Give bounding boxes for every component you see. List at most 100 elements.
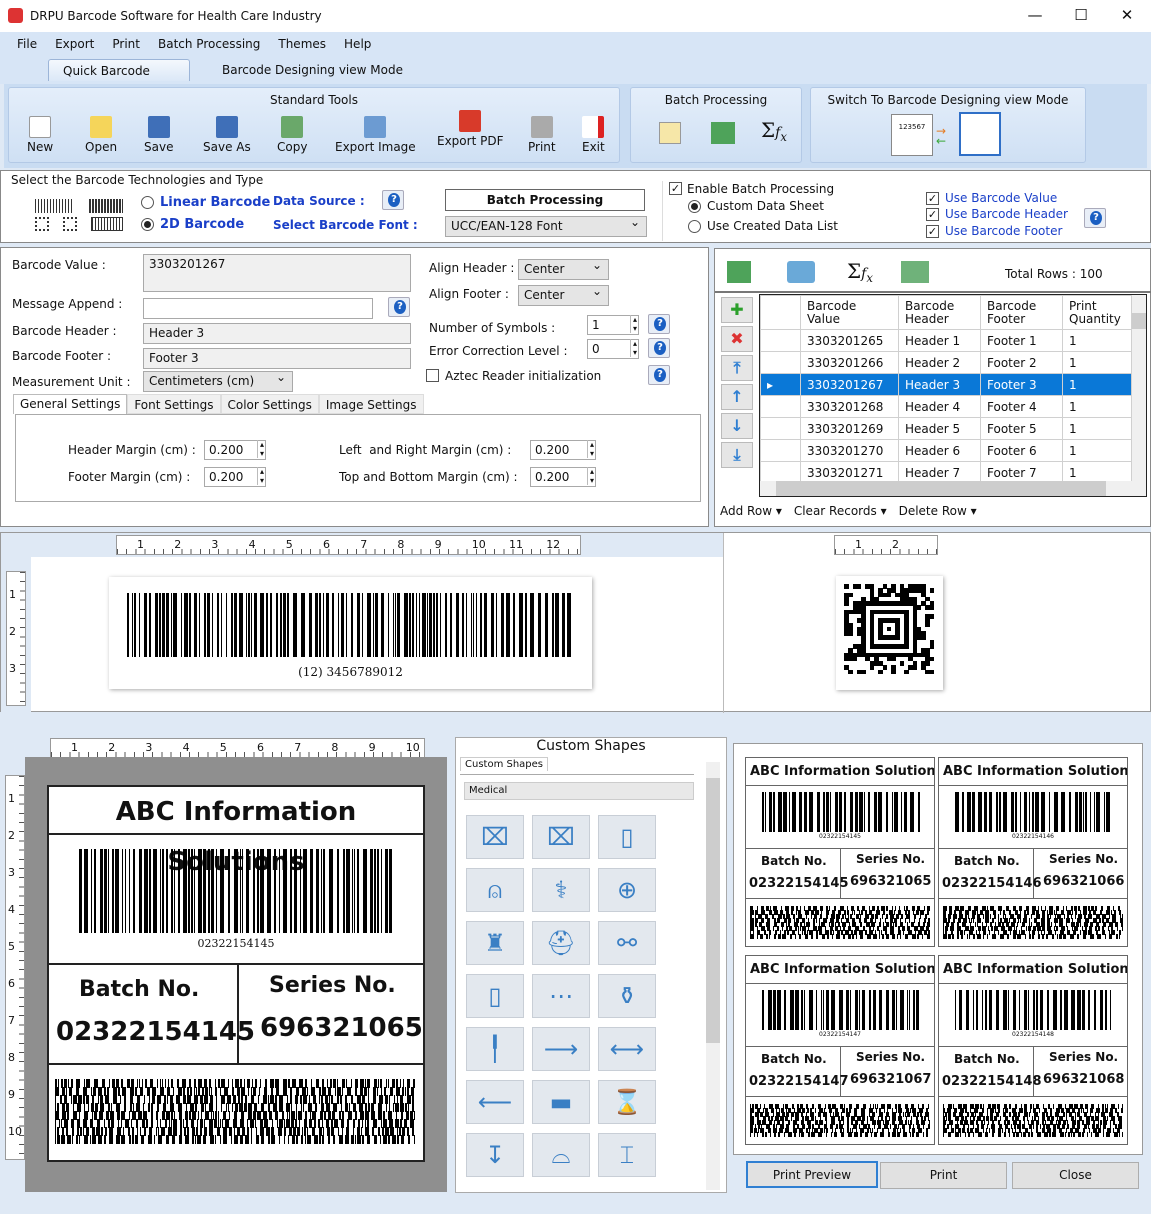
move-bottom-button[interactable]: ⤓: [721, 442, 753, 468]
import-excel-icon[interactable]: [727, 261, 751, 283]
error-correction-help-icon[interactable]: [648, 338, 670, 358]
menu-batch-processing[interactable]: Batch Processing: [158, 37, 260, 51]
header-margin-stepper[interactable]: 0.200: [204, 440, 266, 460]
footer-margin-stepper[interactable]: 0.200: [204, 467, 266, 487]
tab-general-settings[interactable]: General Settings: [13, 394, 127, 414]
created-data-list-radio[interactable]: [688, 220, 701, 233]
medical-shape-11-icon[interactable]: ⋯: [532, 974, 590, 1018]
horizontal-scrollbar[interactable]: [760, 481, 1147, 497]
switch-mode-button[interactable]: 123567 →←: [891, 112, 1003, 158]
align-header-select[interactable]: Center: [518, 259, 609, 280]
print-sheet-button[interactable]: Print: [880, 1162, 1007, 1189]
batch-label[interactable]: Batch No.: [79, 977, 199, 1002]
footer-cell[interactable]: Footer 3: [981, 374, 1063, 396]
maximize-button[interactable]: ☐: [1061, 6, 1101, 24]
tab-color-settings[interactable]: Color Settings: [221, 394, 319, 414]
linear-barcode-label[interactable]: Linear Barcode: [160, 195, 270, 210]
menu-print[interactable]: Print: [112, 37, 140, 51]
header-cell[interactable]: Header 6: [899, 440, 981, 462]
column-barcode-header[interactable]: Barcode Header: [899, 296, 981, 330]
row-selector[interactable]: [761, 396, 801, 418]
excel-refresh-icon[interactable]: [901, 261, 929, 283]
use-value-checkbox[interactable]: ✓: [926, 192, 939, 205]
symbols-help-icon[interactable]: [648, 314, 670, 334]
row-selector[interactable]: [761, 330, 801, 352]
save-button[interactable]: Save: [144, 116, 173, 154]
medical-shape-2-icon[interactable]: ⌧: [532, 815, 590, 859]
2d-barcode-radio[interactable]: [141, 218, 154, 231]
medical-shape-17-icon[interactable]: ▬: [532, 1080, 590, 1124]
medical-shape-19-icon[interactable]: ↧: [466, 1133, 524, 1177]
open-button[interactable]: Open: [85, 116, 117, 154]
print-button[interactable]: Print: [528, 116, 556, 154]
table-row[interactable]: 3303201269Header 5Footer 51: [761, 418, 1132, 440]
custom-data-sheet-radio[interactable]: [688, 200, 701, 213]
footer-cell[interactable]: Footer 6: [981, 440, 1063, 462]
medical-shape-12-icon[interactable]: ⚱: [598, 974, 656, 1018]
tab-custom-shapes[interactable]: Custom Shapes: [460, 757, 548, 771]
footer-cell[interactable]: Footer 1: [981, 330, 1063, 352]
new-button[interactable]: New: [27, 116, 53, 154]
footer-cell[interactable]: Footer 2: [981, 352, 1063, 374]
quantity-cell[interactable]: 1: [1063, 330, 1132, 352]
excel-icon[interactable]: [711, 122, 735, 144]
barcode-font-select[interactable]: UCC/EAN-128 Font: [445, 216, 647, 237]
export-icon[interactable]: [787, 261, 815, 283]
medical-shape-21-icon[interactable]: ⌶: [598, 1133, 656, 1177]
data-source-help-icon[interactable]: [382, 190, 404, 210]
column-barcode-footer[interactable]: Barcode Footer: [981, 296, 1063, 330]
edit-icon[interactable]: [659, 122, 681, 144]
menu-export[interactable]: Export: [55, 37, 94, 51]
header-cell[interactable]: Header 5: [899, 418, 981, 440]
medical-shape-1-icon[interactable]: ⌧: [466, 815, 524, 859]
footer-cell[interactable]: Footer 5: [981, 418, 1063, 440]
align-footer-select[interactable]: Center: [518, 285, 609, 306]
exit-button[interactable]: Exit: [582, 116, 605, 154]
menu-file[interactable]: File: [17, 37, 37, 51]
move-top-button[interactable]: ⤒: [721, 355, 753, 381]
barcode-value-cell[interactable]: 3303201269: [801, 418, 899, 440]
header-cell[interactable]: Header 4: [899, 396, 981, 418]
clear-records-dropdown[interactable]: Clear Records ▾: [794, 504, 887, 518]
enable-batch-checkbox[interactable]: ✓: [669, 182, 682, 195]
shapes-scrollbar[interactable]: [706, 762, 720, 1190]
medical-shape-16-icon[interactable]: ⟵: [466, 1080, 524, 1124]
barcode-header-input[interactable]: Header 3: [143, 323, 411, 344]
symbols-stepper[interactable]: 1: [587, 315, 639, 335]
table-row[interactable]: 3303201270Header 6Footer 61: [761, 440, 1132, 462]
quantity-cell[interactable]: 1: [1063, 396, 1132, 418]
minimize-button[interactable]: —: [1015, 6, 1055, 24]
barcode-value-input[interactable]: 3303201267: [143, 254, 411, 292]
medical-shape-13-icon[interactable]: ╿: [466, 1027, 524, 1071]
use-fields-help-icon[interactable]: [1084, 208, 1106, 228]
row-selector[interactable]: [761, 352, 801, 374]
copy-button[interactable]: Copy: [277, 116, 307, 154]
label-card[interactable]: ABC Information Solutions 02322154148 Ba…: [938, 955, 1128, 1145]
table-row[interactable]: ▸3303201267Header 3Footer 31: [761, 374, 1132, 396]
label-design[interactable]: ABC Information Solutions 02322154145 Ba…: [47, 785, 425, 1162]
batch-processing-button[interactable]: Batch Processing: [445, 189, 645, 211]
tab-font-settings[interactable]: Font Settings: [127, 394, 220, 414]
medical-shape-10-icon[interactable]: ▯: [466, 974, 524, 1018]
print-preview-button[interactable]: Print Preview: [746, 1161, 878, 1188]
quantity-cell[interactable]: 1: [1063, 418, 1132, 440]
export-image-button[interactable]: Export Image: [335, 116, 416, 154]
medical-shape-15-icon[interactable]: ⟷: [598, 1027, 656, 1071]
medical-shape-4-icon[interactable]: ⍝: [466, 868, 524, 912]
export-pdf-button[interactable]: Export PDF: [437, 110, 503, 148]
label-pdf417[interactable]: [55, 1079, 415, 1143]
save-as-button[interactable]: Save As: [203, 116, 251, 154]
delete-row-button[interactable]: ✖: [721, 326, 753, 352]
medical-shape-8-icon[interactable]: ⛑: [532, 921, 590, 965]
medical-shape-6-icon[interactable]: ⊕: [598, 868, 656, 912]
barcode-value-cell[interactable]: 3303201270: [801, 440, 899, 462]
column-barcode-value[interactable]: Barcode Value: [801, 296, 899, 330]
barcode-value-cell[interactable]: 3303201268: [801, 396, 899, 418]
close-sheet-button[interactable]: Close: [1012, 1162, 1139, 1189]
barcode-value-cell[interactable]: 3303201267: [801, 374, 899, 396]
quantity-cell[interactable]: 1: [1063, 352, 1132, 374]
menu-themes[interactable]: Themes: [278, 37, 326, 51]
lr-margin-stepper[interactable]: 0.200: [530, 440, 596, 460]
label-title[interactable]: ABC Information Solutions: [49, 787, 423, 835]
series-label[interactable]: Series No.: [269, 973, 396, 998]
